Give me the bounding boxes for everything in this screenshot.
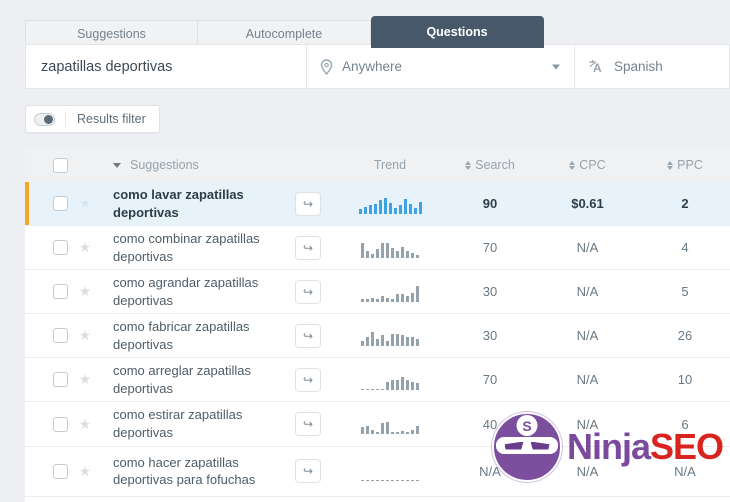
keyword-text: como hacer zapatillas deportivas para fo… bbox=[113, 454, 256, 488]
translate-icon: A bbox=[588, 59, 605, 75]
keyword-text: como agrandar zapatillas deportivas bbox=[113, 275, 259, 308]
star-icon[interactable]: ★ bbox=[70, 416, 100, 433]
table-row[interactable]: ★ como lavar zapatillas deportivas ↪ 90 … bbox=[25, 182, 730, 227]
star-icon[interactable]: ★ bbox=[70, 239, 100, 256]
search-volume: 70 bbox=[482, 240, 498, 256]
search-keyword-button[interactable]: ↪ bbox=[295, 235, 321, 260]
ppc-value: 2 bbox=[681, 196, 689, 212]
search-keyword-button[interactable]: ↪ bbox=[295, 191, 321, 216]
chevron-down-icon bbox=[552, 64, 560, 69]
table-header-row: Suggestions Trend Search CPC PPC bbox=[25, 148, 730, 182]
trend-sparkline bbox=[335, 194, 445, 214]
results-filter-label: Results filter bbox=[77, 112, 146, 126]
search-keyword-button[interactable]: ↪ bbox=[295, 412, 321, 437]
keyword-text: como lavar zapatillas deportivas bbox=[113, 187, 244, 220]
keyword-text: como combinar zapatillas deportivas bbox=[113, 231, 260, 264]
ninja-eyes bbox=[496, 437, 558, 454]
table-row[interactable]: ★ como combinar zapatillas deportivas ↪ … bbox=[25, 226, 730, 271]
keyword-text: como estirar zapatillas deportivas bbox=[113, 407, 243, 441]
trend-sparkline bbox=[335, 326, 445, 346]
trend-sparkline bbox=[335, 238, 445, 258]
sort-desc-icon bbox=[113, 162, 121, 168]
ppc-value: 5 bbox=[681, 284, 689, 300]
location-value: Anywhere bbox=[342, 59, 403, 74]
sort-icon bbox=[569, 160, 576, 170]
sort-icon bbox=[465, 160, 472, 170]
results-filter-toggle-icon[interactable] bbox=[34, 112, 55, 126]
trend-sparkline bbox=[335, 414, 445, 435]
search-bar: Anywhere A Spanish bbox=[25, 44, 730, 89]
star-icon[interactable]: ★ bbox=[70, 463, 100, 480]
location-select[interactable]: Anywhere bbox=[306, 45, 574, 88]
search-volume: 30 bbox=[482, 328, 498, 344]
logo-text: NinjaSEO bbox=[567, 426, 724, 467]
results-filter-button[interactable]: Results filter bbox=[25, 105, 160, 133]
keyword-research-page: Suggestions Autocomplete Questions Anywh… bbox=[0, 0, 730, 502]
header-search[interactable]: Search bbox=[445, 158, 535, 172]
keyword-text: como fabricar zapatillas deportivas bbox=[113, 319, 250, 352]
cpc-value: N/A bbox=[576, 372, 599, 388]
row-checkbox[interactable] bbox=[53, 416, 68, 432]
row-checkbox[interactable] bbox=[53, 240, 68, 256]
header-trend: Trend bbox=[373, 158, 407, 172]
cpc-value: N/A bbox=[576, 328, 599, 344]
keyword-input[interactable] bbox=[41, 58, 306, 75]
ninja-badge-letter: S bbox=[516, 415, 538, 436]
search-keyword-button[interactable]: ↪ bbox=[295, 459, 321, 484]
search-volume: 30 bbox=[482, 284, 498, 300]
search-volume: 70 bbox=[482, 372, 498, 388]
ppc-value: 4 bbox=[681, 240, 689, 256]
tab-questions[interactable]: Questions bbox=[371, 16, 544, 48]
row-checkbox[interactable] bbox=[53, 196, 68, 212]
header-ppc[interactable]: PPC bbox=[640, 158, 730, 172]
ninja-icon: S bbox=[492, 412, 562, 482]
cpc-value: $0.61 bbox=[571, 196, 604, 212]
location-pin-icon bbox=[320, 58, 333, 75]
table-row[interactable]: ★ como fabricar zapatillas deportivas ↪ … bbox=[25, 314, 730, 359]
table-row[interactable]: ★ como agrandar zapatillas deportivas ↪ … bbox=[25, 270, 730, 315]
trend-sparkline bbox=[335, 370, 445, 390]
star-icon[interactable]: ★ bbox=[70, 327, 100, 344]
select-all-checkbox[interactable] bbox=[53, 157, 68, 173]
row-checkbox[interactable] bbox=[53, 328, 68, 344]
header-cpc[interactable]: CPC bbox=[535, 158, 640, 172]
language-select[interactable]: A Spanish bbox=[574, 45, 729, 88]
search-keyword-button[interactable]: ↪ bbox=[295, 279, 321, 304]
star-icon[interactable]: ★ bbox=[70, 195, 100, 212]
divider bbox=[65, 111, 66, 127]
search-keyword-button[interactable]: ↪ bbox=[295, 323, 321, 348]
cpc-value: N/A bbox=[576, 240, 599, 256]
search-keyword-button[interactable]: ↪ bbox=[295, 367, 321, 392]
keyword-text: como arreglar zapatillas deportivas bbox=[113, 363, 252, 396]
row-checkbox[interactable] bbox=[53, 372, 68, 388]
star-icon[interactable]: ★ bbox=[70, 371, 100, 388]
row-checkbox[interactable] bbox=[53, 284, 68, 300]
ppc-value: 10 bbox=[677, 372, 693, 388]
ninjaseo-logo: S NinjaSEO bbox=[492, 412, 724, 482]
language-value: Spanish bbox=[614, 59, 663, 74]
cpc-value: N/A bbox=[576, 284, 599, 300]
sort-icon bbox=[667, 160, 674, 170]
ppc-value: 26 bbox=[677, 328, 693, 344]
trend-sparkline bbox=[335, 282, 445, 302]
table-row[interactable]: ★ como lavar zapatillas deportivas en la… bbox=[25, 496, 730, 502]
table-row[interactable]: ★ como arreglar zapatillas deportivas ↪ … bbox=[25, 358, 730, 403]
keyword-input-wrap bbox=[26, 45, 306, 88]
search-volume: 90 bbox=[482, 196, 498, 212]
row-checkbox[interactable] bbox=[53, 463, 68, 479]
star-icon[interactable]: ★ bbox=[70, 283, 100, 300]
trend-sparkline bbox=[335, 461, 445, 482]
header-suggestions[interactable]: Suggestions bbox=[100, 158, 295, 172]
